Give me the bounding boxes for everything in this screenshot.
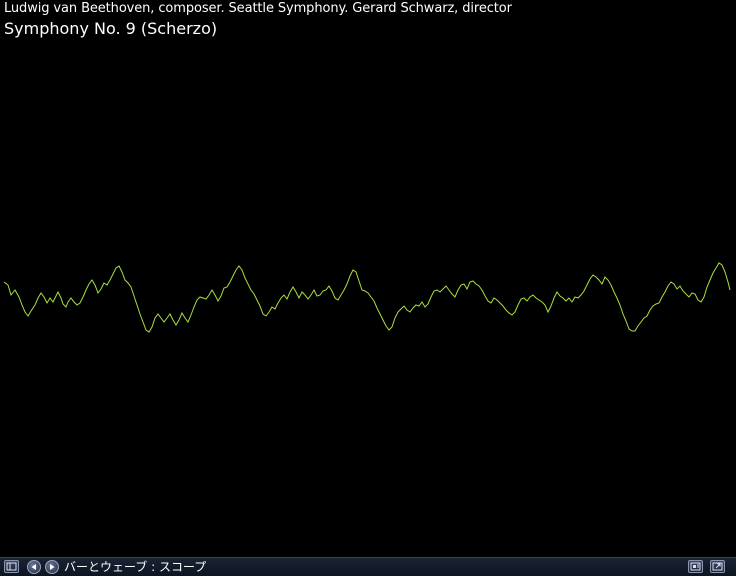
now-playing-view-icon bbox=[5, 561, 18, 572]
preset-name[interactable]: バーとウェーブ : スコープ bbox=[64, 559, 206, 575]
statusbar: バーとウェーブ : スコープ bbox=[0, 557, 736, 576]
full-screen-button[interactable] bbox=[710, 560, 725, 573]
next-preset-icon bbox=[46, 561, 58, 573]
full-screen-icon bbox=[711, 561, 724, 572]
now-playing-view-button[interactable] bbox=[4, 560, 19, 573]
compact-mode-icon bbox=[689, 561, 702, 572]
previous-preset-button[interactable] bbox=[27, 560, 41, 574]
visualization-area: Ludwig van Beethoven, composer. Seattle … bbox=[0, 0, 736, 557]
previous-preset-icon bbox=[28, 561, 40, 573]
waveform-line bbox=[3, 262, 731, 333]
compact-mode-button[interactable] bbox=[688, 560, 703, 573]
scope-waveform bbox=[3, 262, 731, 333]
next-preset-button[interactable] bbox=[45, 560, 59, 574]
